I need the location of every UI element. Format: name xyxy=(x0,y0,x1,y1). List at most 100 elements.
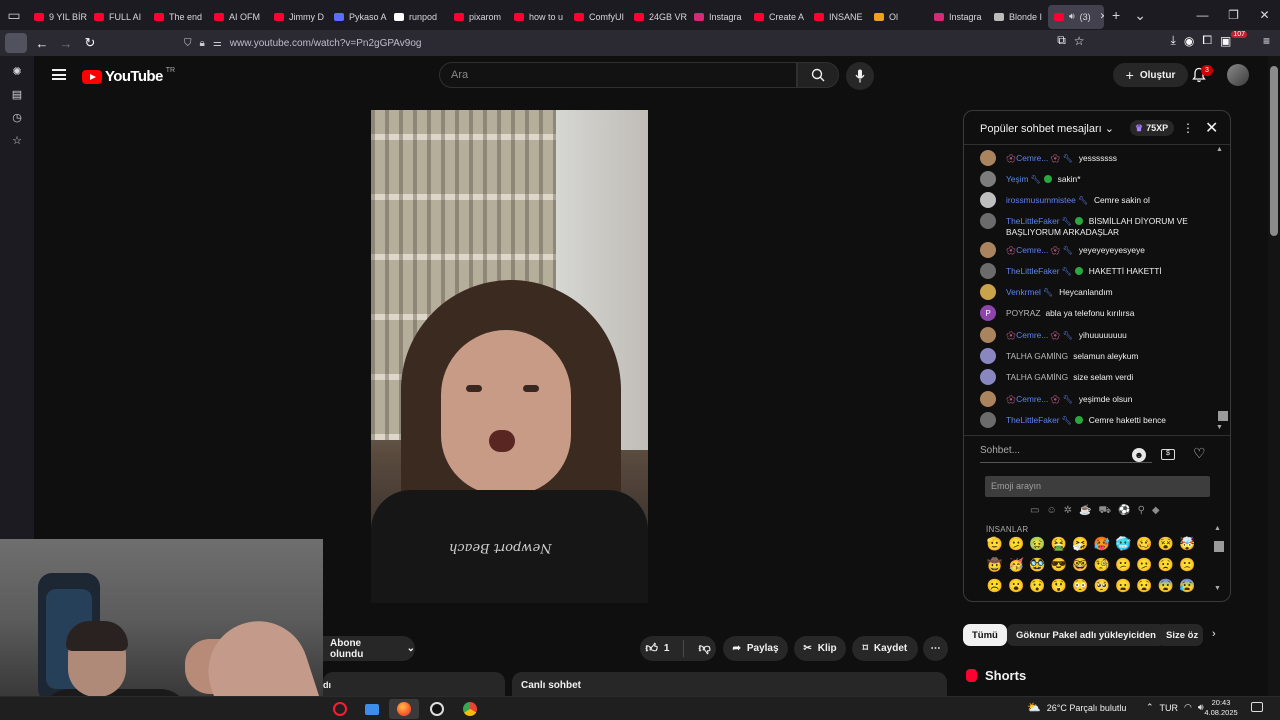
close-chat-icon[interactable]: ✕ xyxy=(1205,118,1218,138)
chat-author-avatar[interactable] xyxy=(980,263,996,279)
chat-scroll-down-icon[interactable]: ▼ xyxy=(1216,424,1223,431)
emoji-option[interactable]: 🧐 xyxy=(1091,557,1112,573)
page-scrollbar[interactable] xyxy=(1268,56,1280,696)
chat-author-avatar[interactable] xyxy=(980,348,996,364)
chat-message[interactable]: 🌸︎Cemre... 🌸︎ 🔧︎ yesssssss xyxy=(980,150,1216,166)
emoji-option[interactable]: 🤮 xyxy=(1048,536,1069,552)
chat-scroll-up-icon[interactable]: ▲ xyxy=(1216,146,1223,153)
chip-all[interactable]: Tümü xyxy=(963,624,1007,646)
emoji-option[interactable]: 🤓 xyxy=(1070,557,1091,573)
emoji-scroll-down-icon[interactable]: ▼ xyxy=(1214,585,1221,592)
chat-message[interactable]: TheLittleFaker 🔧︎ Cemre haketti bence xyxy=(980,412,1216,428)
browser-tab[interactable]: runpod xyxy=(388,5,448,29)
browser-tab[interactable]: how to u xyxy=(508,5,568,29)
chat-message[interactable]: TALHA GAMİNG size selam verdi xyxy=(980,369,1216,385)
chat-author-avatar[interactable] xyxy=(980,327,996,343)
chat-author-avatar[interactable] xyxy=(980,213,996,229)
forward-arrow-icon[interactable]: → xyxy=(54,31,78,55)
chat-message[interactable]: 🌸︎Cemre... 🌸︎ 🔧︎ yeyeyeyeyesyeye xyxy=(980,242,1216,258)
like-count[interactable]: 1 xyxy=(664,643,670,654)
chat-message[interactable]: TALHA GAMİNG selamun aleykum xyxy=(980,348,1216,364)
emoji-category-travel-icon[interactable]: ⛟ xyxy=(1099,505,1112,518)
thumbs-down-icon[interactable]: 👎︎ xyxy=(698,641,710,656)
emoji-option[interactable]: 🤧 xyxy=(1070,536,1091,552)
chat-author-avatar[interactable] xyxy=(980,412,996,428)
bookmark-star-icon[interactable]: ☆ xyxy=(1074,34,1085,48)
video-player[interactable]: Newport Beach xyxy=(371,110,648,603)
chat-author-name[interactable]: Cemre... xyxy=(1016,153,1048,163)
browser-tab[interactable]: Blonde I xyxy=(988,5,1048,29)
addon-badge-icon[interactable]: ▣ xyxy=(1220,34,1231,48)
subscribed-button[interactable]: Abone olundu ⌄ xyxy=(323,636,415,661)
browser-tab[interactable]: 9 YIL BİR xyxy=(28,5,88,29)
language-indicator[interactable]: TUR xyxy=(1160,703,1179,713)
super-chat-icon[interactable]: $ xyxy=(1161,449,1175,460)
chat-author-name[interactable]: TheLittleFaker xyxy=(1006,216,1060,226)
tracking-shield-icon[interactable]: ⛉ xyxy=(184,38,192,49)
emoji-picker-icon[interactable]: ☻ xyxy=(1132,448,1146,462)
browser-tab[interactable]: Instagra xyxy=(928,5,988,29)
url-bar[interactable]: ⛉ 🔒︎ ⚌ www.youtube.com/watch?v=Pn2gGPAv9… xyxy=(176,33,1078,53)
chat-author-avatar[interactable] xyxy=(980,171,996,187)
emoji-option[interactable]: 😯 xyxy=(1027,578,1048,594)
search-button[interactable] xyxy=(797,62,839,88)
bookmarks-icon[interactable]: ☆ xyxy=(0,129,34,152)
chat-message[interactable]: Venkrmel 🔧︎ Heycanlandım xyxy=(980,284,1216,300)
emoji-category-people-icon[interactable]: ☺ xyxy=(1046,505,1056,518)
taskbar-app-chrome[interactable] xyxy=(455,699,485,719)
emoji-option[interactable]: 🥴 xyxy=(1134,536,1155,552)
emoji-option[interactable]: 😵 xyxy=(1155,536,1176,552)
clip-button[interactable]: ✂ Klip xyxy=(794,636,846,661)
chat-message-input[interactable]: Sohbet... xyxy=(980,445,1152,463)
downloads-icon[interactable]: ⤓ xyxy=(1171,33,1176,48)
chat-author-name[interactable]: Cemre... xyxy=(1016,245,1048,255)
tab-overview-icon[interactable]: ▭ xyxy=(0,0,28,30)
chat-author-name[interactable]: TheLittleFaker xyxy=(1006,266,1060,276)
browser-tab[interactable]: Create A xyxy=(748,5,808,29)
emoji-category-symbols-icon[interactable]: ◆ xyxy=(1152,505,1160,518)
chat-author-avatar[interactable] xyxy=(980,192,996,208)
page-scrollbar-thumb[interactable] xyxy=(1270,66,1278,236)
synced-tabs-icon[interactable]: ▤ xyxy=(0,83,34,106)
emoji-option[interactable]: 😲 xyxy=(1048,578,1069,594)
emoji-option[interactable]: 🫡 xyxy=(984,536,1005,552)
emoji-option[interactable]: 🥳 xyxy=(1005,557,1026,573)
taskbar-app-explorer[interactable] xyxy=(357,699,387,719)
emoji-option[interactable]: 🫤 xyxy=(1134,557,1155,573)
chat-message[interactable]: P POYRAZ abla ya telefonu kırılırsa xyxy=(980,305,1216,321)
emoji-option[interactable]: 🤯 xyxy=(1177,536,1198,552)
browser-tab[interactable]: The end xyxy=(148,5,208,29)
emoji-category-objects-icon[interactable]: ⚲ xyxy=(1138,505,1145,518)
emoji-option[interactable]: 😕 xyxy=(1112,557,1133,573)
chat-author-avatar[interactable] xyxy=(980,391,996,407)
browser-tab[interactable]: Jimmy D xyxy=(268,5,328,29)
notification-center-icon[interactable] xyxy=(1251,702,1263,712)
chat-author-avatar[interactable]: P xyxy=(980,305,996,321)
emoji-option[interactable]: 🥺 xyxy=(1091,578,1112,594)
taskbar-clock[interactable]: 20:43 4.08.2025 xyxy=(1203,698,1239,718)
browser-tab[interactable]: Pykaso A xyxy=(328,5,388,29)
chat-author-name[interactable]: TheLittleFaker xyxy=(1006,415,1060,425)
chat-author-name[interactable]: POYRAZ xyxy=(1006,308,1040,318)
emoji-option[interactable]: 🙁 xyxy=(1177,557,1198,573)
chat-scrollbar-thumb[interactable] xyxy=(1218,411,1228,421)
browser-tab[interactable]: pixarom xyxy=(448,5,508,29)
taskbar-app-firefox[interactable] xyxy=(389,699,419,719)
new-tab-plus-icon[interactable]: + xyxy=(1112,7,1120,23)
chat-author-avatar[interactable] xyxy=(980,284,996,300)
browser-tab[interactable]: Instagra xyxy=(688,5,748,29)
list-all-tabs-chevron-icon[interactable]: ⌄ xyxy=(1134,7,1146,24)
restore-icon[interactable]: ❐ xyxy=(1218,8,1249,22)
emoji-category-nature-icon[interactable]: ✲ xyxy=(1064,505,1072,518)
search-input[interactable]: Ara xyxy=(439,62,797,88)
browser-tab[interactable]: AI OFM xyxy=(208,5,268,29)
chat-message[interactable]: 🌸︎Cemre... 🌸︎ 🔧︎ yeşimde olsun xyxy=(980,391,1216,407)
lock-icon[interactable]: 🔒︎ xyxy=(200,38,205,49)
picture-in-picture-icon[interactable]: ⧉ xyxy=(1057,33,1066,48)
webcam-overlay[interactable] xyxy=(0,539,323,720)
extensions-icon[interactable]: ⧠ xyxy=(1202,33,1212,48)
chat-message[interactable]: TheLittleFaker 🔧︎ BİSMİLLAH DİYORUM VE BAŞ… xyxy=(980,213,1216,238)
emoji-option[interactable]: 😨 xyxy=(1155,578,1176,594)
close-tab-icon[interactable]: ✕ xyxy=(1100,11,1104,22)
emoji-search-input[interactable]: Emoji arayın xyxy=(985,476,1210,497)
